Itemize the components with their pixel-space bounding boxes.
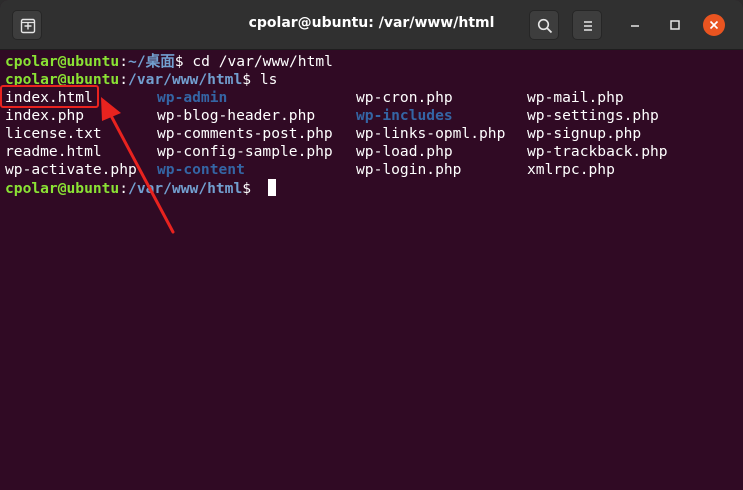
annotation-arrow: [101, 97, 175, 234]
terminal-window: cpolar@ubuntu: /var/www/html cpolar@ubun…: [0, 0, 743, 490]
